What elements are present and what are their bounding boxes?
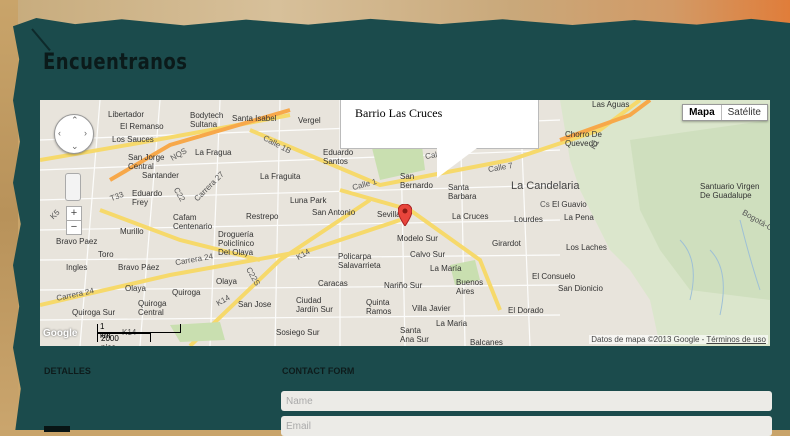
map-label: Los Laches [566, 243, 607, 252]
map-label: La María [430, 264, 462, 273]
map-label: Bravo Páez [118, 263, 160, 272]
pan-control[interactable]: ⌃ ⌄ ‹ › [54, 114, 94, 154]
info-window-tail [437, 148, 477, 178]
contact-form-heading: CONTACT FORM [282, 366, 355, 376]
map-label: Murillo [120, 227, 144, 236]
map-label: El Remanso [120, 122, 164, 131]
name-field[interactable] [281, 391, 772, 411]
map-label: Bodytech Sultana [190, 111, 224, 129]
map-label: Policarpa Salavarrieta [338, 252, 381, 270]
map-label: Restrepo [246, 212, 279, 221]
paper-border-left [0, 0, 18, 430]
map-type-control: Mapa Satélite [682, 104, 768, 121]
map-label: Modelo Sur [397, 234, 438, 243]
map-label: Ciudad Jardín Sur [296, 296, 333, 314]
page-title: Encuentranos [43, 50, 188, 75]
map-label: San Antonio [312, 208, 356, 217]
map-label: El Guavio [552, 200, 587, 209]
map-label: Quiroga Central [138, 299, 167, 317]
map-label: La Fraguita [260, 172, 301, 181]
map-label: La Cruces [452, 212, 489, 221]
map-label: Libertador [108, 110, 145, 119]
map-label: San Jorge Central [128, 153, 165, 171]
pegman-icon[interactable] [65, 173, 81, 201]
info-window[interactable]: Barrio Las Cruces [340, 100, 539, 149]
pan-right-icon[interactable]: › [84, 128, 87, 138]
map-label: Quiroga [172, 288, 201, 297]
road-label: Cs [540, 200, 550, 209]
map-label: Olaya [125, 284, 146, 293]
map-label: Quiroga Sur [72, 308, 116, 317]
map-label: Nariño Sur [384, 281, 423, 290]
map[interactable]: Libertador Bodytech Sultana El Remanso S… [40, 100, 770, 346]
map-label: Buenos Aires [456, 278, 484, 296]
map-label: Santa Ana Sur [400, 326, 429, 344]
details-icon [44, 426, 70, 432]
map-label: Sosiego Sur [276, 328, 320, 337]
map-label: Santa Barbara [448, 183, 477, 201]
map-label: La Fragua [195, 148, 232, 157]
map-label: La Candelaria [511, 180, 580, 192]
map-label: Villa Javier [412, 304, 451, 313]
map-label: Cafam Centenario [173, 213, 213, 231]
map-label: Santa Isabel [232, 114, 277, 123]
map-label: Ingles [66, 263, 88, 272]
map-label: Calvo Sur [410, 250, 446, 259]
map-label: Eduardo Santos [323, 148, 354, 166]
map-label: Los Sauces [112, 135, 154, 144]
map-label: Olaya [216, 277, 237, 286]
map-attribution: Datos de mapa ©2013 Google - Términos de… [589, 335, 768, 344]
map-label: Droguería Policlínico Del Olaya [218, 230, 255, 257]
email-field[interactable] [281, 416, 772, 436]
map-label: Quinta Ramos [366, 298, 392, 316]
map-label: Lourdes [514, 215, 543, 224]
map-label: El Dorado [508, 306, 544, 315]
map-label: San Bernardo [400, 172, 433, 190]
map-label: Santuario Virgen De Guadalupe [700, 182, 760, 200]
map-label: Girardot [492, 239, 521, 248]
map-label: San Jose [238, 300, 272, 309]
map-label: Luna Park [290, 196, 327, 205]
map-label: San Dionicio [558, 284, 603, 293]
map-label: El Consuelo [532, 272, 576, 281]
map-label: Toro [98, 250, 114, 259]
pan-down-icon[interactable]: ⌄ [71, 141, 79, 152]
map-type-map-button[interactable]: Mapa [683, 105, 722, 120]
map-label: Caracas [318, 279, 348, 288]
map-label: Eduardo Frey [132, 189, 163, 207]
pan-up-icon[interactable]: ⌃ [71, 115, 79, 126]
map-label: Vergel [298, 116, 321, 125]
terms-link[interactable]: Términos de uso [706, 335, 766, 344]
map-marker-icon[interactable] [398, 204, 412, 226]
scale-imperial-label: 2000 pies [101, 334, 119, 346]
zoom-in-button[interactable]: + [66, 206, 82, 221]
zoom-out-button[interactable]: − [66, 220, 82, 235]
attribution-text: Datos de mapa ©2013 Google - [591, 335, 707, 344]
map-label: Bravo Paez [56, 237, 98, 246]
map-label: Santander [142, 171, 179, 180]
google-logo[interactable]: Google [43, 328, 77, 339]
map-label: Las Aguas [592, 100, 630, 109]
map-type-satellite-button[interactable]: Satélite [722, 105, 767, 120]
info-window-text: Barrio Las Cruces [355, 106, 443, 120]
map-label: Balcanes [470, 338, 503, 346]
details-heading: DETALLES [44, 366, 91, 376]
map-label: La Pena [564, 213, 594, 222]
pan-left-icon[interactable]: ‹ [58, 128, 61, 138]
map-label: La Maria [436, 319, 468, 328]
